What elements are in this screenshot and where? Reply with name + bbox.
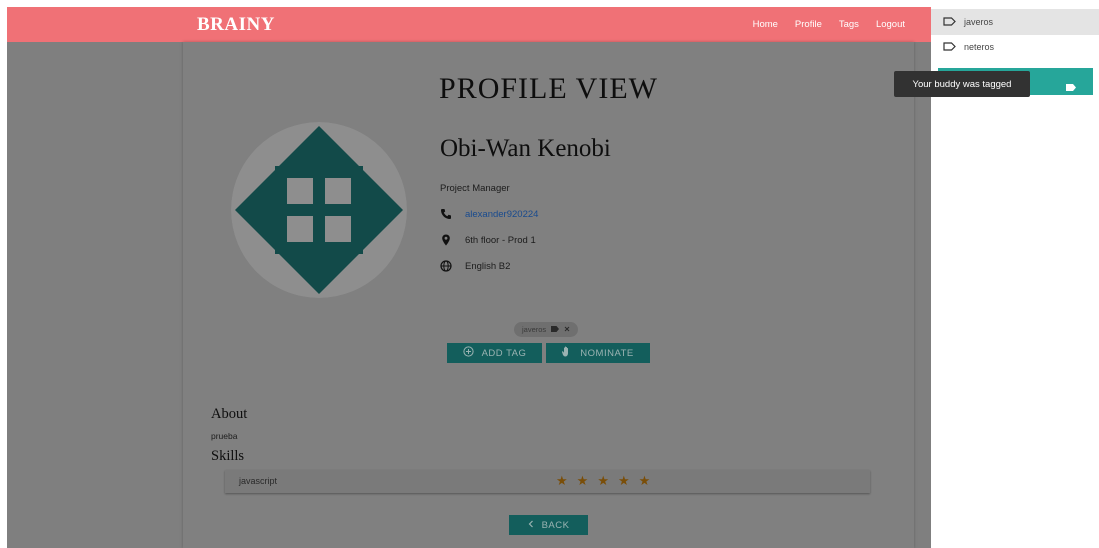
phone-row: alexander920224 [440,208,538,220]
label-outline-icon [943,16,956,28]
label-icon [1066,78,1076,96]
add-tag-label: ADD TAG [481,347,527,359]
nav-profile-link[interactable]: Profile [795,19,822,30]
location-row: 6th floor - Prod 1 [440,234,536,246]
star-icon: ★ [576,473,589,488]
skills-heading: Skills [211,448,245,464]
language-row: English B2 [440,260,510,272]
close-icon[interactable] [564,325,570,334]
about-heading: About [211,406,248,422]
add-circle-icon [462,346,474,360]
nominate-label: NOMINATE [580,347,634,359]
location-pin-icon [440,234,452,246]
label-icon [551,325,560,334]
profile-name: Obi-Wan Kenobi [440,135,611,162]
navbar: BRAINY Home Profile Tags Logout [7,7,931,42]
label-outline-icon [943,41,956,53]
add-tag-button[interactable]: ADD TAG [447,343,542,363]
avatar [231,122,407,298]
nav-tags-link[interactable]: Tags [839,19,859,30]
tag-chip[interactable]: javeros [514,322,579,337]
nav-links: Home Profile Tags Logout [753,19,905,30]
tag-list-label: javeros [964,17,994,27]
tag-list-item-neteros[interactable]: neteros [931,34,1099,60]
star-icon: ★ [556,473,568,488]
star-icon: ★ [638,473,651,488]
skill-name: javascript [239,476,278,486]
location-text: 6th floor - Prod 1 [465,234,536,246]
hand-icon [562,346,572,360]
brand-logo[interactable]: BRAINY [197,14,275,36]
nominate-button[interactable]: NOMINATE [546,343,650,363]
chevron-left-icon [528,520,534,531]
nav-logout-link[interactable]: Logout [876,19,905,30]
toast-notification: Your buddy was tagged [894,71,1030,97]
tag-list-label: neteros [964,42,995,52]
back-button[interactable]: BACK [509,515,588,535]
back-label: BACK [541,519,570,531]
page-title: PROFILE VIEW [439,72,658,105]
star-icon: ★ [617,473,630,488]
tag-chip-label: javeros [522,325,547,334]
nav-home-link[interactable]: Home [753,19,778,30]
phone-icon [440,208,452,220]
language-text: English B2 [465,260,511,272]
globe-icon [440,260,452,272]
skill-rating: ★ ★ ★ ★ ★ [556,473,650,489]
tag-list-item-javeros[interactable]: javeros [931,9,1099,35]
profile-card: PROFILE VIEW Obi-Wan Kenobi Project Mana… [183,42,914,548]
phone-link[interactable]: alexander920224 [465,209,538,220]
profile-role: Project Manager [440,183,510,194]
about-text: prueba [211,431,238,441]
app-screen: BRAINY Home Profile Tags Logout PROFILE … [7,7,931,548]
skill-row: javascript ★ ★ ★ ★ ★ [225,470,870,493]
star-icon: ★ [597,473,609,488]
